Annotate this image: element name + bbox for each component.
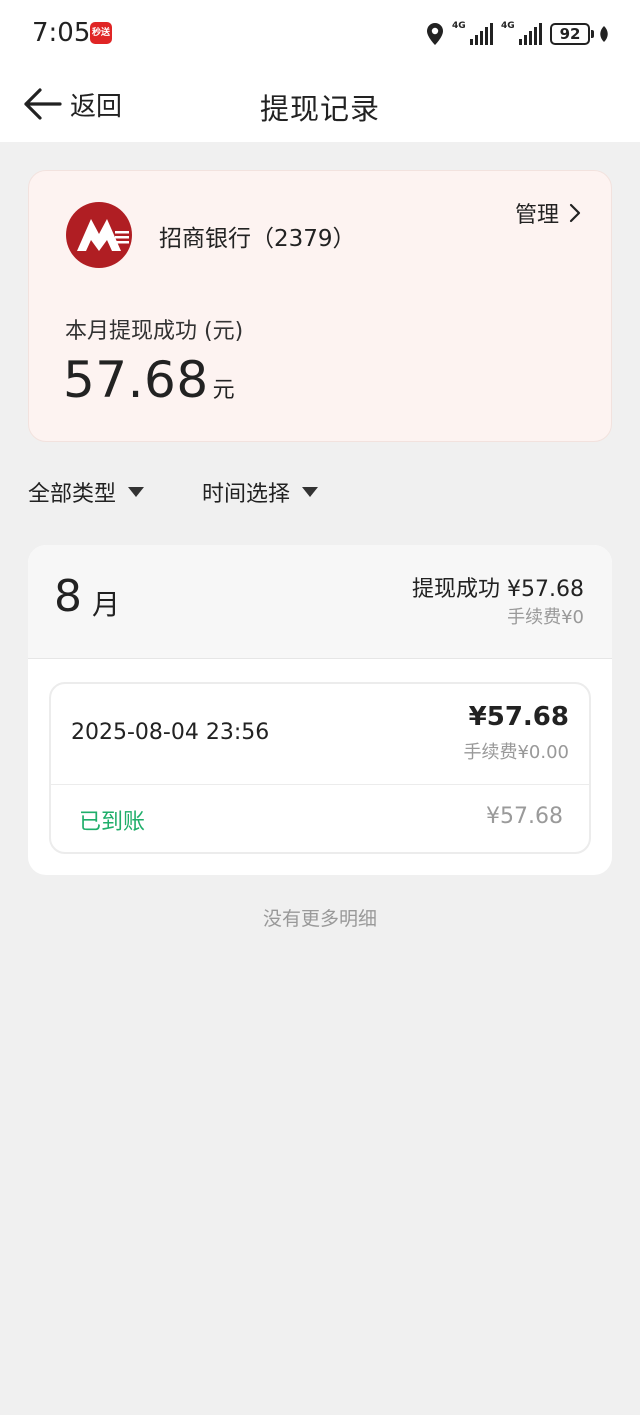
app-header: 返回 提现记录 [0, 68, 640, 142]
caret-down-icon [302, 487, 319, 497]
signal-icon-2: 4G [501, 21, 542, 45]
location-icon [427, 23, 443, 45]
month-withdraw-amount: 57.68 元 [63, 351, 235, 409]
chevron-right-icon [569, 203, 581, 223]
status-time: 7:05 [32, 18, 91, 48]
notification-app-icon: 秒送 [90, 22, 112, 44]
month-header: 8 月 提现成功 ¥57.68 手续费¥0 [28, 545, 612, 659]
page-title: 提现记录 [259, 92, 380, 126]
record-amount: ¥57.68 [468, 702, 569, 732]
leaf-icon [600, 26, 608, 42]
divider [51, 784, 589, 785]
type-filter-dropdown[interactable]: 全部类型 [28, 476, 145, 508]
record-received-amount: ¥57.68 [486, 804, 563, 829]
manage-button[interactable]: 管理 [515, 197, 581, 229]
time-filter-label: 时间选择 [202, 482, 291, 507]
time-filter-dropdown[interactable]: 时间选择 [202, 476, 319, 508]
manage-label: 管理 [514, 203, 559, 228]
record-datetime: 2025-08-04 23:56 [71, 720, 270, 745]
withdraw-record[interactable]: 2025-08-04 23:56 ¥57.68 手续费¥0.00 已到账 ¥57… [49, 682, 591, 854]
signal-icon-1: 4G [452, 21, 493, 45]
record-fee: 手续费¥0.00 [463, 742, 569, 763]
month-amount-value: 57.68 [63, 351, 209, 409]
type-filter-label: 全部类型 [28, 482, 117, 507]
month-unit: 月 [92, 588, 121, 621]
month-section: 8 月 提现成功 ¥57.68 手续费¥0 2025-08-04 23:56 ¥… [28, 545, 612, 875]
month-fee: 手续费¥0 [507, 607, 584, 628]
no-more-text: 没有更多明细 [262, 908, 377, 930]
month-withdraw-label: 本月提现成功 (元) [65, 319, 244, 344]
month-number: 8 [54, 571, 82, 622]
caret-down-icon [128, 487, 145, 497]
status-bar: 7:05 秒送 4G 4G 92 [0, 0, 640, 68]
bank-logo [66, 202, 132, 268]
battery-icon: 92 [550, 23, 594, 45]
month-summary: 提现成功 ¥57.68 [412, 577, 584, 602]
status-indicators: 4G 4G 92 [426, 20, 610, 48]
record-status: 已到账 [79, 810, 146, 835]
bank-name: 招商银行（2379） [159, 226, 356, 252]
filter-bar: 全部类型 时间选择 [28, 476, 319, 508]
bank-card: 招商银行（2379） 管理 本月提现成功 (元) 57.68 元 [28, 170, 612, 442]
month-amount-unit: 元 [212, 378, 235, 403]
